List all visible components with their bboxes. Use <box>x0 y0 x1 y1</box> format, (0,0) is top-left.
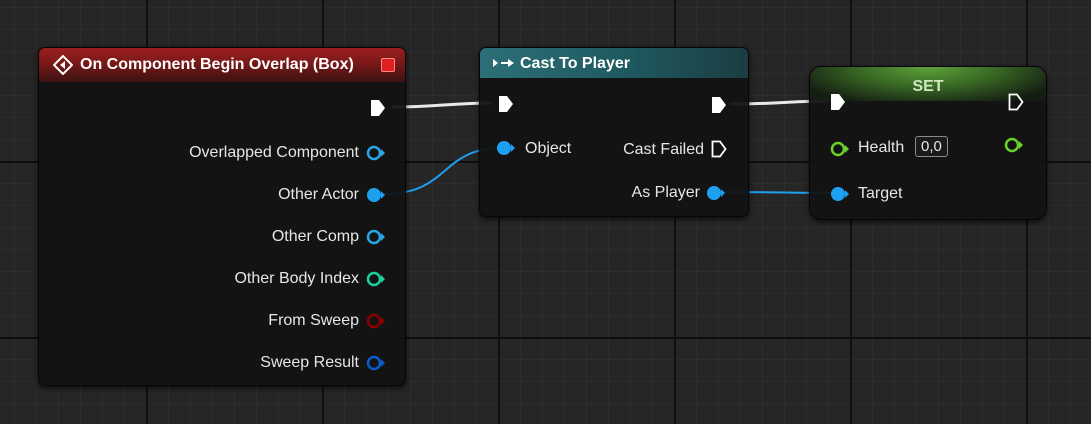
health-input-pin[interactable] <box>830 141 850 157</box>
other-body-index-pin[interactable] <box>366 271 386 287</box>
event-exec-out-pin[interactable] <box>370 99 386 117</box>
cast-node-header[interactable]: Cast To Player <box>480 48 748 78</box>
health-value-field[interactable]: 0,0 <box>915 136 948 157</box>
overlapped-component-pin[interactable] <box>366 145 386 161</box>
event-node-close-icon[interactable] <box>381 58 395 72</box>
cast-node-title: Cast To Player <box>520 55 630 72</box>
target-label: Target <box>858 185 903 202</box>
set-exec-in-pin[interactable] <box>830 93 846 111</box>
cast-exec-in-pin[interactable] <box>498 95 514 113</box>
output-label-sweep-result: Sweep Result <box>260 354 359 371</box>
cast-object-input-pin[interactable] <box>495 140 515 156</box>
output-label-other-actor: Other Actor <box>278 186 359 203</box>
sweep-result-pin[interactable] <box>366 355 386 371</box>
set-exec-out-pin[interactable] <box>1008 93 1024 111</box>
exec-wire-event-to-cast[interactable] <box>391 101 493 109</box>
cast-exec-out-pin[interactable] <box>711 96 727 114</box>
as-player-output-pin[interactable] <box>706 185 726 201</box>
event-node-title: On Component Begin Overlap (Box) <box>80 56 354 73</box>
health-label: Health <box>858 139 905 156</box>
cast-object-label: Object <box>525 140 572 157</box>
target-input-pin[interactable] <box>830 186 850 202</box>
set-health-node[interactable]: SET Health 0,0 Target <box>809 66 1047 220</box>
cast-to-player-node[interactable]: Cast To Player Object Cast Failed As Pla… <box>479 47 749 217</box>
event-node-header[interactable]: On Component Begin Overlap (Box) <box>39 48 405 82</box>
other-comp-pin[interactable] <box>366 229 386 245</box>
other-actor-pin[interactable] <box>366 187 386 203</box>
output-label-overlapped-component: Overlapped Component <box>189 144 359 161</box>
cast-exec-arrow-icon <box>493 59 514 67</box>
cast-failed-exec-pin[interactable] <box>711 140 727 158</box>
output-label-other-body-index: Other Body Index <box>234 270 359 287</box>
health-output-pin[interactable] <box>1004 137 1024 153</box>
from-sweep-pin[interactable] <box>366 313 386 329</box>
event-node-begin-overlap[interactable]: On Component Begin Overlap (Box) Overlap… <box>38 47 406 386</box>
output-label-from-sweep: From Sweep <box>268 312 359 329</box>
output-label-other-comp: Other Comp <box>271 228 359 245</box>
cast-failed-label: Cast Failed <box>623 141 704 158</box>
as-player-label: As Player <box>631 184 700 201</box>
event-diamond-icon <box>53 55 73 75</box>
